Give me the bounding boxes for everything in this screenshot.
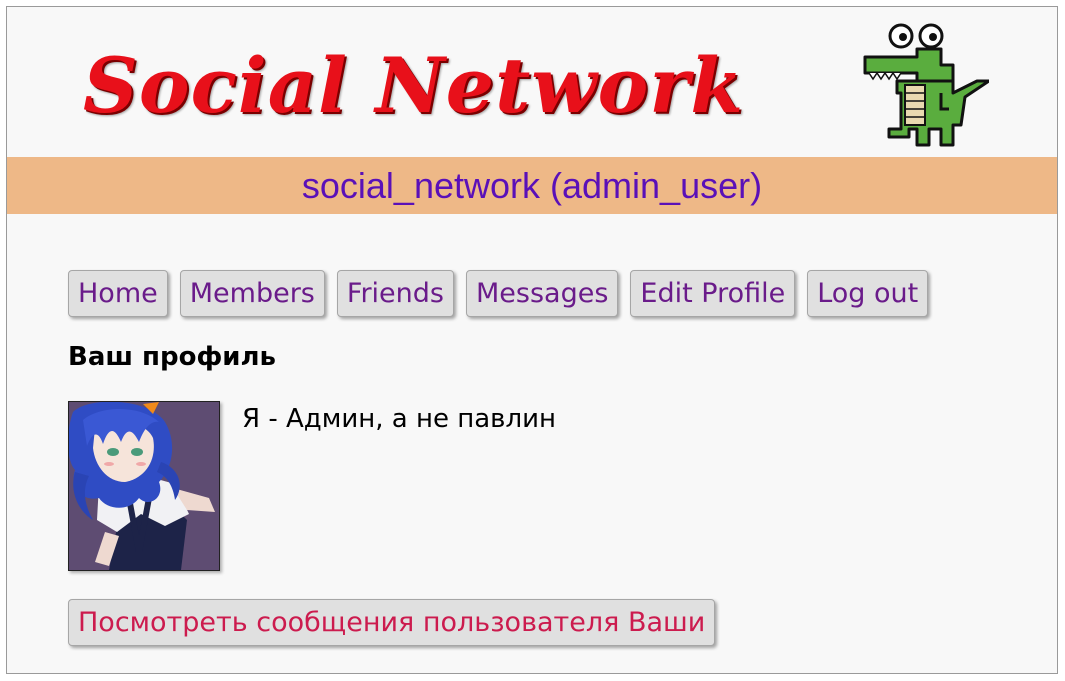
anime-avatar-image	[69, 402, 219, 570]
site-logo-text[interactable]: Social Network	[83, 41, 744, 131]
page-banner: social_network (admin_user)	[7, 157, 1057, 214]
nav-edit-profile-button[interactable]: Edit Profile	[630, 270, 796, 317]
profile-about-text: Я - Админ, а не павлин	[242, 404, 557, 434]
crocodile-icon	[863, 23, 989, 147]
profile-title: Ваш профиль	[68, 342, 276, 372]
page-frame: Social Network social_network (admin_use…	[6, 6, 1058, 674]
nav-home-button[interactable]: Home	[68, 270, 168, 317]
nav-log-out-button[interactable]: Log out	[807, 270, 929, 317]
nav-messages-button[interactable]: Messages	[465, 270, 619, 317]
view-user-messages-button[interactable]: Посмотреть сообщения пользователя Ваши	[68, 599, 716, 646]
main-nav: Home Members Friends Messages Edit Profi…	[68, 270, 929, 319]
profile-avatar	[68, 401, 220, 571]
logo-area: Social Network	[7, 7, 1057, 157]
nav-friends-button[interactable]: Friends	[336, 270, 454, 317]
nav-members-button[interactable]: Members	[179, 270, 325, 317]
